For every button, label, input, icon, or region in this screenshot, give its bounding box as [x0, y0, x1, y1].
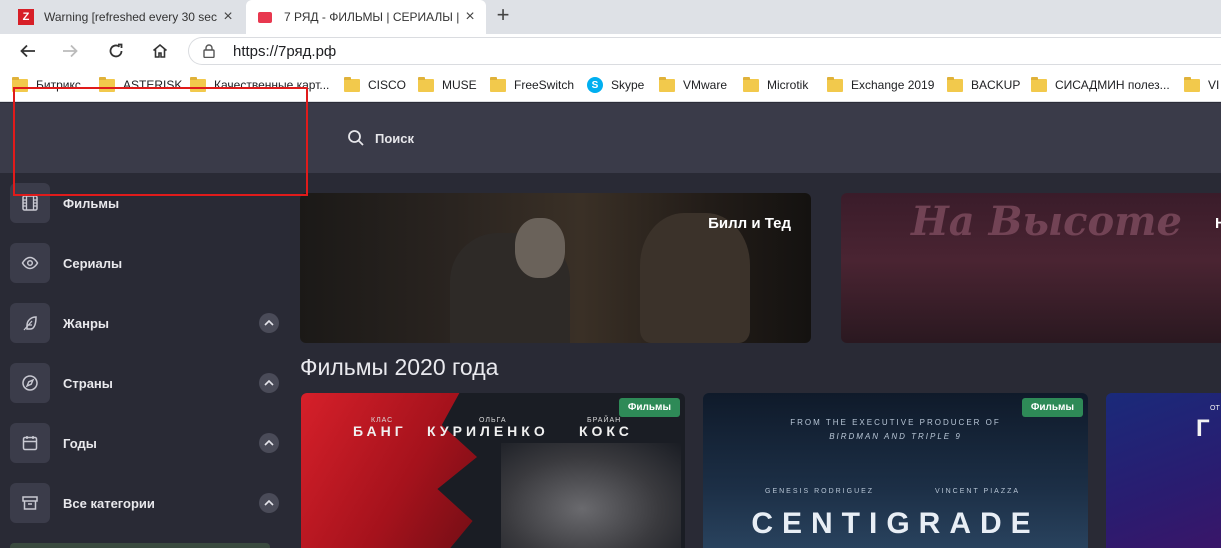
- search-label: Поиск: [375, 130, 415, 146]
- bookmark-backup[interactable]: BACKUP: [947, 76, 1020, 94]
- sidebar-item-series[interactable]: Сериалы: [10, 243, 280, 283]
- bookmark-sysadmin[interactable]: СИСАДМИН полез...: [1031, 76, 1170, 94]
- sidebar-banner[interactable]: [10, 543, 270, 548]
- site-favicon-icon: [258, 11, 272, 23]
- sidebar-item-genres[interactable]: Жанры: [10, 303, 280, 343]
- credit-last-name: КОКС: [579, 423, 633, 439]
- sidebar-item-label: Годы: [63, 435, 97, 451]
- movie-card[interactable]: ОТ Г: [1106, 393, 1221, 548]
- close-tab-icon[interactable]: ×: [462, 8, 478, 26]
- poster-tagline: ОТ: [1210, 405, 1220, 412]
- sidebar: Фильмы Сериалы Жанры Страны Годы Все кат…: [0, 173, 290, 548]
- bookmark-freeswitch[interactable]: FreeSwitch: [490, 76, 574, 94]
- bookmark-label: VI: [1208, 78, 1220, 92]
- poster-title: Г: [1196, 415, 1210, 442]
- hero-slide-bill-ted[interactable]: Билл и Тед: [300, 193, 811, 343]
- sidebar-item-label: Жанры: [63, 315, 110, 331]
- bookmark-label: BACKUP: [971, 78, 1021, 92]
- site-header: Поиск: [301, 103, 1221, 173]
- folder-icon: [1031, 76, 1047, 92]
- archive-icon: [10, 483, 50, 523]
- url-text[interactable]: https://7ряд.рф: [233, 43, 336, 60]
- browser-toolbar: https://7ряд.рф: [0, 34, 1221, 68]
- folder-icon: [827, 76, 843, 92]
- bookmark-microtik[interactable]: Microtik: [743, 76, 808, 94]
- hero-art-text: На Высоте: [911, 198, 1182, 245]
- hero-slide-2[interactable]: На Высоте Н: [841, 193, 1221, 343]
- credit-last-name: КУРИЛЕНКО: [427, 423, 549, 439]
- poster-art: [501, 443, 681, 548]
- bookmark-skype[interactable]: S Skype: [587, 76, 644, 94]
- bookmark-label: CISCO: [368, 78, 407, 92]
- bookmark-muse[interactable]: MUSE: [418, 76, 477, 94]
- poster-cast: VINCENT PIAZZA: [935, 488, 1021, 495]
- address-bar[interactable]: https://7ряд.рф: [188, 37, 1221, 65]
- tab-title: 7 РЯД - ФИЛЬМЫ | СЕРИАЛЫ | Ф: [284, 10, 462, 24]
- new-tab-button[interactable]: +: [492, 4, 514, 28]
- bookmark-label: Exchange 2019: [851, 78, 935, 92]
- poster-cast: GENESIS RODRIGUEZ: [765, 488, 875, 495]
- hero-figure-face: [515, 218, 565, 278]
- credit-last-name: БАНГ: [353, 423, 407, 439]
- search-icon: [348, 130, 364, 146]
- chevron-up-icon[interactable]: [259, 313, 279, 333]
- hero-title: Билл и Тед: [708, 215, 791, 232]
- forward-icon[interactable]: [58, 39, 82, 63]
- sidebar-item-all-categories[interactable]: Все категории: [10, 483, 280, 523]
- poster-title: CENTIGRADE: [751, 507, 1040, 540]
- bookmark-vi[interactable]: VI: [1184, 76, 1219, 94]
- category-badge: Фильмы: [618, 398, 680, 417]
- poster-tagline: BIRDMAN AND TRIPLE 9: [829, 432, 962, 441]
- hero-title: Н: [1215, 215, 1221, 232]
- feather-icon: [10, 303, 50, 343]
- sidebar-item-countries[interactable]: Страны: [10, 363, 280, 403]
- bookmark-label: Skype: [611, 78, 645, 92]
- eye-icon: [10, 243, 50, 283]
- bookmark-label: MUSE: [442, 78, 477, 92]
- calendar-icon: [10, 423, 50, 463]
- sidebar-item-years[interactable]: Годы: [10, 423, 280, 463]
- highlight-annotation: [13, 87, 308, 196]
- bookmark-label: Microtik: [767, 78, 809, 92]
- poster-tagline: FROM THE EXECUTIVE PRODUCER OF: [790, 418, 1001, 427]
- chevron-up-icon[interactable]: [259, 493, 279, 513]
- tab-strip: Z Warning [refreshed every 30 sec × 7 РЯ…: [0, 0, 1221, 34]
- bookmark-cisco[interactable]: CISCO: [344, 76, 406, 94]
- folder-icon: [1184, 76, 1200, 92]
- tab-title: Warning [refreshed every 30 sec: [44, 10, 217, 24]
- tab-warning[interactable]: Z Warning [refreshed every 30 sec ×: [0, 0, 244, 34]
- folder-icon: [743, 76, 759, 92]
- chevron-up-icon[interactable]: [259, 433, 279, 453]
- search-button[interactable]: Поиск: [347, 129, 414, 147]
- folder-icon: [659, 76, 675, 92]
- folder-icon: [344, 76, 360, 92]
- home-icon[interactable]: [148, 39, 172, 63]
- sidebar-item-label: Все категории: [63, 495, 155, 511]
- category-badge: Фильмы: [1021, 398, 1083, 417]
- chevron-up-icon[interactable]: [259, 373, 279, 393]
- movie-card[interactable]: FROM THE EXECUTIVE PRODUCER OF BIRDMAN A…: [703, 393, 1088, 548]
- hero-figure: [640, 213, 750, 343]
- skype-icon: S: [587, 77, 603, 93]
- bookmark-label: FreeSwitch: [514, 78, 575, 92]
- folder-icon: [490, 76, 506, 92]
- movie-card[interactable]: КЛАС ОЛЬГА БРАЙАН БАНГ КУРИЛЕНКО КОКС Фи…: [301, 393, 685, 548]
- bookmark-vmware[interactable]: VMware: [659, 76, 727, 94]
- sidebar-item-label: Сериалы: [63, 255, 123, 271]
- tab-7ryad[interactable]: 7 РЯД - ФИЛЬМЫ | СЕРИАЛЫ | Ф ×: [246, 0, 486, 34]
- lock-icon: [203, 44, 215, 63]
- compass-icon: [10, 363, 50, 403]
- reload-icon[interactable]: [104, 39, 128, 63]
- bookmark-label: СИСАДМИН полез...: [1055, 78, 1170, 92]
- back-icon[interactable]: [16, 39, 40, 63]
- zabbix-favicon-icon: Z: [18, 9, 34, 25]
- close-tab-icon[interactable]: ×: [220, 8, 236, 26]
- bookmark-exchange[interactable]: Exchange 2019: [827, 76, 934, 94]
- folder-icon: [418, 76, 434, 92]
- folder-icon: [947, 76, 963, 92]
- section-title: Фильмы 2020 года: [300, 354, 499, 380]
- sidebar-item-label: Страны: [63, 375, 113, 391]
- bookmark-label: VMware: [683, 78, 728, 92]
- sidebar-item-label: Фильмы: [63, 195, 120, 211]
